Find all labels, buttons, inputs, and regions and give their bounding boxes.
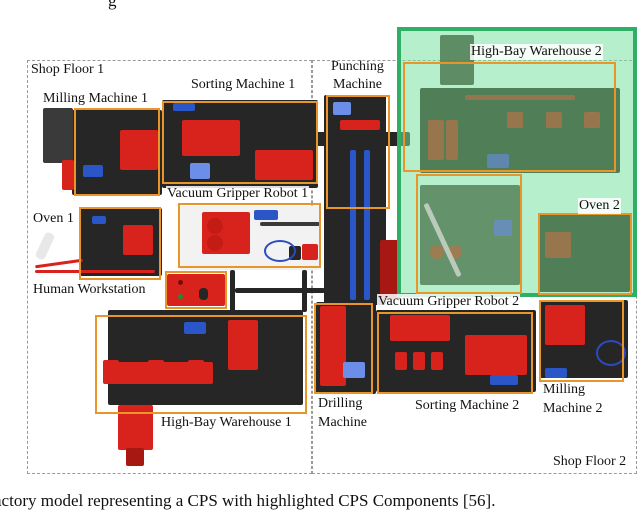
human-workstation-label: Human Workstation — [32, 282, 147, 298]
shop-floor-2-label: Shop Floor 2 — [553, 454, 627, 469]
figure-caption: actory model representing a CPS with hig… — [0, 491, 496, 510]
shop-floor-1-label: Shop Floor 1 — [31, 62, 105, 77]
punching-machine-label-line2: Machine — [333, 77, 382, 92]
machine-part — [62, 160, 74, 190]
milling-machine-2-label-line1: Milling — [543, 382, 586, 397]
oven-1-box — [79, 207, 161, 280]
high-bay-warehouse-2-label: High-Bay Warehouse 2 — [470, 44, 603, 60]
sorting-machine-1-label: Sorting Machine 1 — [191, 77, 296, 92]
frame-rail — [235, 288, 325, 293]
frame-rail — [302, 270, 307, 312]
drilling-machine-label-line1: Drilling — [318, 396, 363, 411]
punching-machine-box — [326, 95, 390, 209]
milling-machine-1-box — [74, 108, 160, 196]
drilling-machine-box — [314, 303, 373, 394]
machine-part — [126, 448, 144, 466]
high-bay-warehouse-1-box — [95, 315, 307, 414]
factory-figure: Shop Floor 1 Shop Floor 2 Milling Machin… — [0, 0, 640, 480]
vacuum-gripper-robot-2-label: Vacuum Gripper Robot 2 — [377, 294, 521, 310]
vacuum-gripper-robot-1-box — [178, 203, 321, 268]
sorting-machine-1-box — [162, 101, 318, 184]
sorting-machine-2-label: Sorting Machine 2 — [415, 398, 520, 413]
vacuum-gripper-robot-2-box — [416, 174, 522, 294]
oven-1-label: Oven 1 — [33, 211, 74, 226]
human-workstation-box — [165, 271, 227, 309]
drilling-machine-label-line2: Machine — [318, 415, 367, 430]
machine-part — [43, 108, 73, 163]
high-bay-warehouse-1-label: High-Bay Warehouse 1 — [161, 415, 292, 430]
punching-machine-label-line1: Punching — [331, 59, 384, 74]
oven-2-label: Oven 2 — [578, 198, 621, 214]
milling-machine-2-label-line2: Machine 2 — [543, 401, 603, 416]
milling-machine-2-box — [539, 300, 624, 382]
oven-2-box — [538, 213, 632, 295]
milling-machine-1-label: Milling Machine 1 — [42, 91, 149, 107]
high-bay-warehouse-2-box — [403, 62, 616, 172]
vacuum-gripper-robot-1-label: Vacuum Gripper Robot 1 — [166, 186, 310, 202]
sorting-machine-2-box — [377, 312, 533, 394]
